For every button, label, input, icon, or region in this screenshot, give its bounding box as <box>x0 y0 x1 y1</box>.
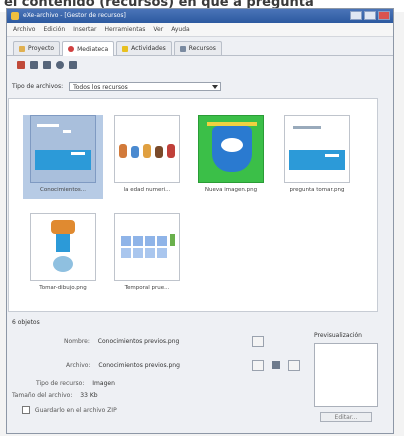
preview-label: Previsualización <box>314 332 362 339</box>
thumbnail <box>114 213 180 281</box>
export-icon[interactable] <box>288 360 300 371</box>
preview-edit-button[interactable]: Editar... <box>320 412 372 422</box>
zip-label: Guardarlo en el archivo ZIP <box>34 406 117 414</box>
save-icon[interactable] <box>270 360 282 371</box>
thumbnail <box>198 115 264 183</box>
size-label: Tamaño del archivo: <box>12 392 73 399</box>
star-icon <box>122 45 129 52</box>
filter-row: Tipo de archivos: Todos los recursos <box>12 82 222 91</box>
item-caption: Tomar-dibujo.png <box>39 285 87 291</box>
type-label: Tipo de recurso: <box>36 380 85 387</box>
menu-ver[interactable]: Ver <box>153 23 163 36</box>
item-caption: Conocimientos... <box>40 187 86 193</box>
toolbar <box>7 56 393 73</box>
text-icon[interactable] <box>43 61 51 69</box>
name-label: Nombre: <box>64 338 90 345</box>
edit-icon[interactable] <box>252 336 264 347</box>
details-panel: Nombre: Conocimientos previos.png Archiv… <box>12 330 302 420</box>
media-icon <box>68 46 75 52</box>
zip-checkbox[interactable] <box>22 406 30 414</box>
window-controls <box>350 11 390 20</box>
tab-mediateca[interactable]: Mediateca <box>62 41 115 56</box>
menu-archivo[interactable]: Archivo <box>13 23 35 36</box>
menu-insertar[interactable]: Insertar <box>73 23 96 36</box>
thumbnail <box>30 213 96 281</box>
thumbnail <box>30 115 96 183</box>
minimize-button[interactable] <box>350 11 362 20</box>
thumbnail <box>284 115 350 183</box>
size-row: Tamaño del archivo: 33 Kb <box>12 392 98 399</box>
tab-proyecto[interactable]: Proyecto <box>13 41 61 55</box>
resource-item[interactable]: Temporal prue... <box>107 213 187 297</box>
menu-herramientas[interactable]: Herramientas <box>105 23 146 36</box>
resource-item[interactable]: Tomar-dibujo.png <box>23 213 103 297</box>
type-value: Imagen <box>92 380 115 387</box>
tab-recursos[interactable]: Recursos <box>173 41 222 55</box>
type-row: Tipo de recurso: Imagen <box>36 380 115 387</box>
filter-label: Tipo de archivos: <box>12 83 64 90</box>
thumbnail <box>114 115 180 183</box>
pencil-icon <box>179 45 186 52</box>
file-value: Conocimientos previos.png <box>98 362 180 369</box>
resource-item[interactable]: la edad numeri... <box>107 115 187 199</box>
menu-edicion[interactable]: Edición <box>43 23 65 36</box>
maximize-button[interactable] <box>364 11 376 20</box>
window-title: eXe-archivo - [Gestor de recursos] <box>23 12 126 19</box>
resource-grid: Conocimientos... la edad numeri... Nueva… <box>8 98 378 312</box>
tab-actividades[interactable]: Actividades <box>116 41 172 55</box>
app-icon <box>11 12 19 20</box>
browse-icon[interactable] <box>252 360 264 371</box>
preview-panel: Previsualización Editar... <box>314 332 378 422</box>
item-caption: pregunta tomar.png <box>289 187 345 193</box>
zip-row[interactable]: Guardarlo en el archivo ZIP <box>22 406 117 414</box>
resource-item[interactable]: Nueva imagen.png <box>191 115 271 199</box>
resource-item[interactable]: pregunta tomar.png <box>277 115 357 199</box>
item-caption: Temporal prue... <box>124 285 170 291</box>
file-row: Archivo: Conocimientos previos.png <box>66 362 180 369</box>
preview-box <box>314 343 378 407</box>
close-button[interactable] <box>378 11 390 20</box>
file-type-select[interactable]: Todos los recursos <box>69 82 222 91</box>
size-value: 33 Kb <box>80 392 98 399</box>
title-bar: eXe-archivo - [Gestor de recursos] <box>7 9 393 23</box>
menu-bar: Archivo Edición Insertar Herramientas Ve… <box>7 23 393 37</box>
tab-strip: Proyecto Mediateca Actividades Recursos <box>7 37 393 56</box>
link-icon[interactable] <box>56 61 64 69</box>
sound-icon[interactable] <box>30 61 38 69</box>
frame-icon[interactable] <box>69 61 77 69</box>
resource-item[interactable]: Conocimientos... <box>23 115 103 199</box>
file-type-value: Todos los recursos <box>73 84 128 91</box>
name-row: Nombre: Conocimientos previos.png <box>64 338 179 345</box>
name-value: Conocimientos previos.png <box>97 338 180 345</box>
object-count: 6 objetos <box>12 319 40 326</box>
menu-ayuda[interactable]: Ayuda <box>171 23 190 36</box>
item-caption: Nueva imagen.png <box>204 187 258 193</box>
chevron-down-icon <box>212 85 219 89</box>
file-label: Archivo: <box>66 362 91 369</box>
item-caption: la edad numeri... <box>123 187 171 193</box>
folder-icon <box>19 45 25 52</box>
image-icon[interactable] <box>17 61 25 69</box>
